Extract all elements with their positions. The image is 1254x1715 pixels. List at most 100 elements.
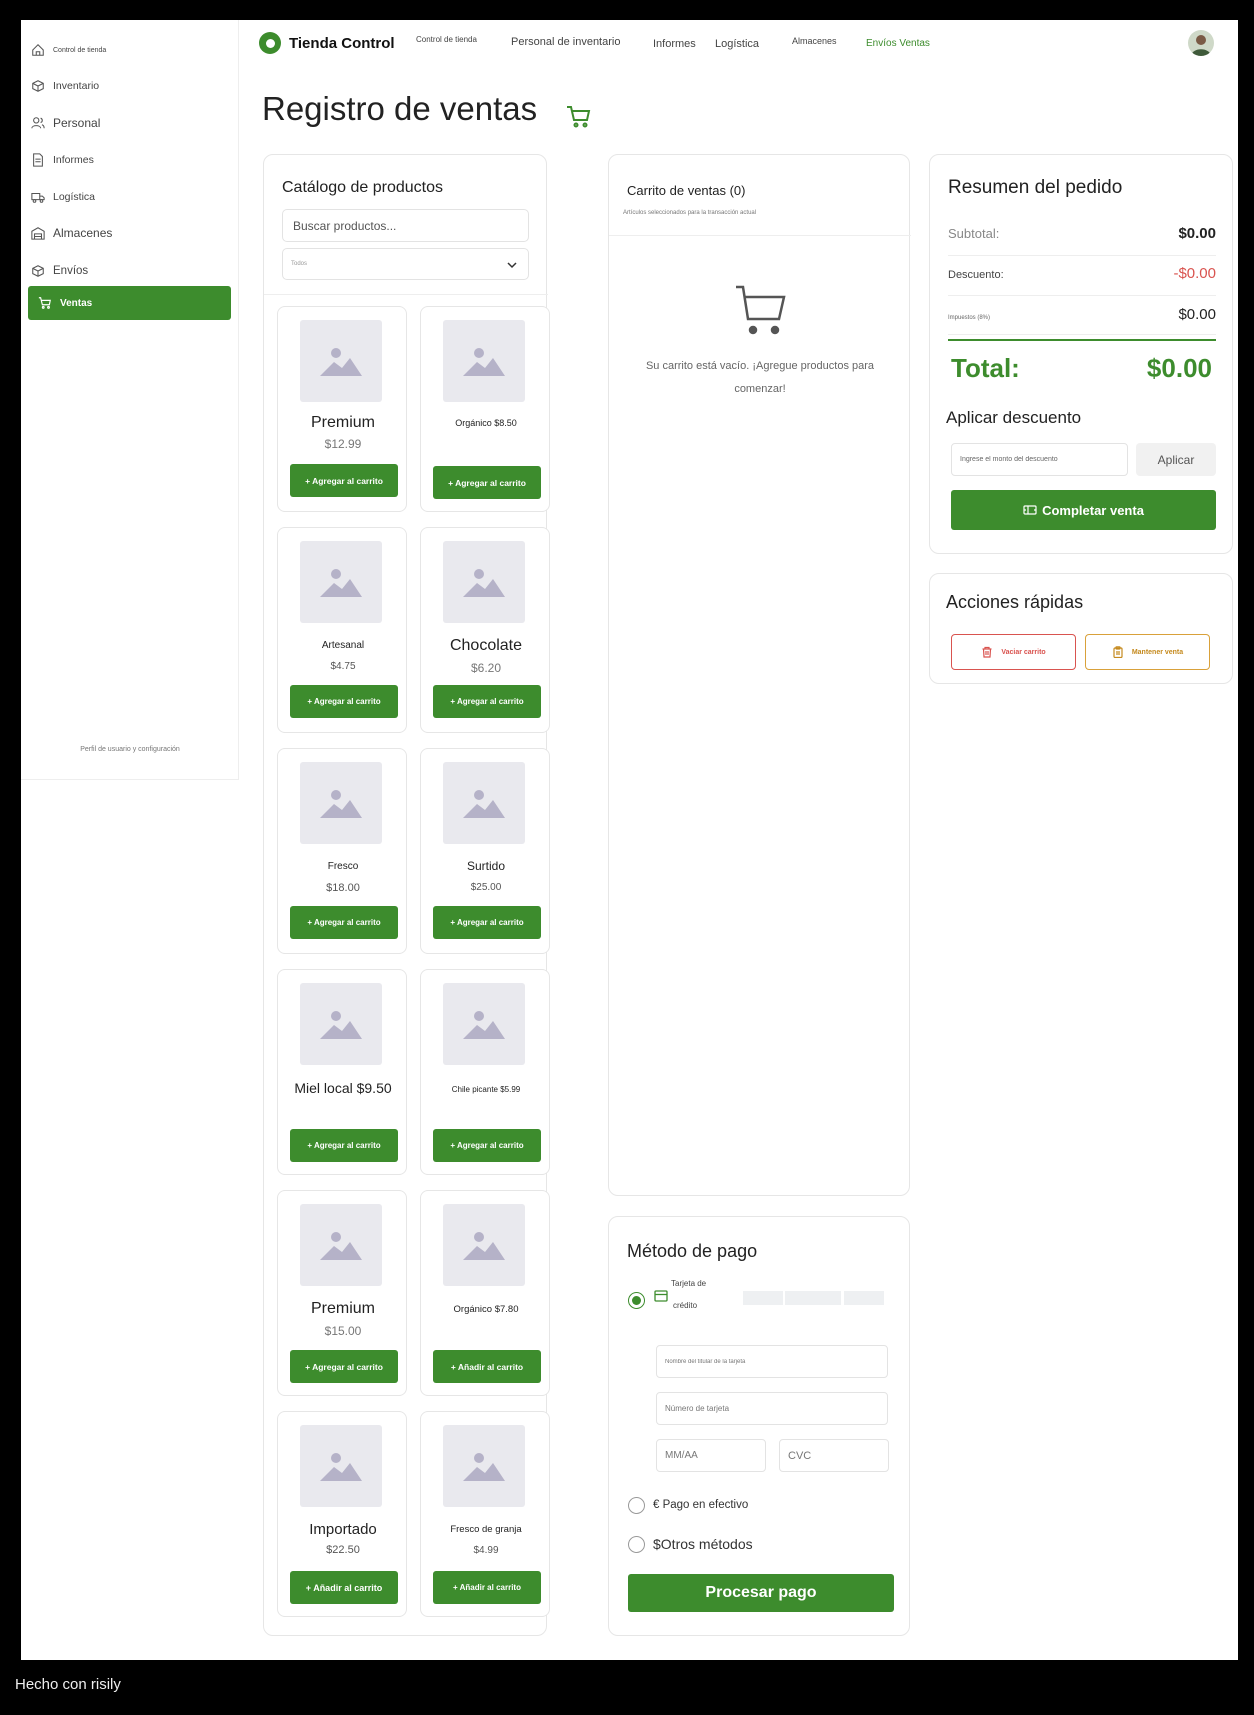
card-brand-logo-icon	[844, 1291, 884, 1305]
image-placeholder-icon	[300, 1204, 382, 1286]
add-to-cart-button[interactable]: + Agregar al carrito	[433, 1129, 541, 1162]
nav-control-de-tienda[interactable]: Control de tienda	[416, 35, 477, 44]
document-icon	[31, 153, 45, 167]
add-to-cart-button[interactable]: + Agregar al carrito	[290, 906, 398, 939]
brand[interactable]: Tienda Control	[259, 32, 395, 54]
add-to-cart-button[interactable]: + Agregar al carrito	[433, 906, 541, 939]
image-placeholder-icon	[300, 983, 382, 1065]
card-brand-logo-icon	[743, 1291, 783, 1305]
box-icon	[31, 79, 45, 93]
subtotal-value: $0.00	[1178, 225, 1216, 242]
sidebar-item-ventas[interactable]: Ventas	[28, 286, 231, 320]
product-name: Chocolate	[449, 637, 523, 654]
clear-cart-button[interactable]: Vaciar carrito	[951, 634, 1076, 670]
add-to-cart-button[interactable]: + Agregar al carrito	[290, 1350, 398, 1383]
image-placeholder-icon	[443, 320, 525, 402]
product-card: Surtido $25.00 + Agregar al carrito	[420, 748, 550, 954]
product-price: $6.20	[470, 661, 502, 675]
quick-actions-title: Acciones rápidas	[946, 592, 1084, 612]
product-price: $4.75	[330, 661, 356, 672]
product-search-input[interactable]	[282, 209, 529, 242]
discount-value: -$0.00	[1173, 265, 1216, 282]
discount-label: Descuento:	[948, 269, 1004, 281]
category-filter-select[interactable]: Todos	[282, 248, 529, 280]
app-window: Control de tienda Inventario Personal In…	[21, 20, 1238, 1660]
credit-card-radio[interactable]	[628, 1292, 645, 1309]
add-to-cart-button[interactable]: + Agregar al carrito	[433, 685, 541, 718]
hold-sale-label: Mantener venta	[1131, 648, 1184, 656]
product-name: Fresco	[327, 861, 359, 872]
tax-label: Impuestos (8%)	[948, 315, 991, 321]
process-payment-button[interactable]: Procesar pago	[628, 1574, 894, 1612]
add-to-cart-button[interactable]: + Agregar al carrito	[290, 464, 398, 497]
users-icon	[31, 116, 45, 130]
image-placeholder-icon	[443, 1425, 525, 1507]
image-placeholder-icon	[300, 320, 382, 402]
sidebar-item-almacenes[interactable]: Almacenes	[31, 222, 112, 244]
add-to-cart-button[interactable]: + Agregar al carrito	[290, 1129, 398, 1162]
add-to-cart-button[interactable]: + Añadir al carrito	[433, 1350, 541, 1383]
nav-logistica[interactable]: Logística	[715, 38, 759, 50]
product-card: Chocolate $6.20 + Agregar al carrito	[420, 527, 550, 733]
cash-payment-radio[interactable]	[628, 1497, 645, 1514]
credit-card-icon	[654, 1290, 668, 1302]
product-catalog: Catálogo de productos Todos Premium $12.…	[263, 154, 550, 1636]
empty-cart-icon	[736, 285, 786, 335]
other-methods-radio[interactable]	[628, 1536, 645, 1553]
cart-icon	[567, 106, 591, 128]
product-name: Fresco de granja	[450, 1524, 522, 1535]
sidebar-item-label: Control de tienda	[53, 46, 107, 54]
card-number-input[interactable]	[656, 1392, 888, 1425]
product-price: $15.00	[324, 1324, 362, 1338]
sidebar-item-envios[interactable]: Envíos	[31, 260, 88, 282]
made-with-footer: Hecho con risily	[0, 1660, 1254, 1715]
avatar[interactable]	[1188, 30, 1214, 56]
image-placeholder-icon	[443, 541, 525, 623]
divider	[264, 294, 548, 295]
sidebar-item-inventario[interactable]: Inventario	[31, 75, 99, 97]
image-placeholder-icon	[300, 762, 382, 844]
apply-discount-button[interactable]: Aplicar	[1136, 443, 1216, 476]
cardholder-name-input[interactable]	[656, 1345, 888, 1378]
product-name: Surtido	[466, 859, 506, 873]
nav-envios-ventas[interactable]: Envíos Ventas	[866, 38, 930, 49]
truck-icon	[31, 190, 45, 204]
product-name: Importado	[309, 1521, 377, 1538]
sidebar-item-informes[interactable]: Informes	[31, 149, 94, 171]
sales-cart: Carrito de ventas (0) Artículos seleccio…	[608, 154, 911, 1196]
discount-row: Descuento: -$0.00	[948, 265, 1216, 282]
card-expiry-input[interactable]	[656, 1439, 766, 1472]
product-name: Orgánico $8.50	[455, 418, 517, 428]
credit-card-label: crédito	[673, 1301, 698, 1310]
sidebar-item-control-de-tienda[interactable]: Control de tienda	[31, 39, 106, 61]
warehouse-icon	[31, 226, 45, 240]
product-price: $22.50	[326, 1544, 360, 1556]
add-to-cart-button[interactable]: + Añadir al carrito	[290, 1571, 398, 1604]
product-name: Chile picante $5.99	[451, 1085, 521, 1094]
nav-informes[interactable]: Informes	[653, 38, 696, 50]
nav-almacenes[interactable]: Almacenes	[792, 36, 837, 46]
nav-personal-de-inventario[interactable]: Personal de inventario	[511, 36, 620, 48]
product-card: Fresco de granja $4.99 + Añadir al carri…	[420, 1411, 550, 1617]
other-methods-label: $Otros métodos	[653, 1536, 753, 1552]
add-to-cart-button[interactable]: + Agregar al carrito	[433, 466, 541, 499]
product-name: Premium	[310, 1300, 375, 1317]
complete-sale-button[interactable]: Completar venta	[951, 490, 1216, 530]
product-price: $12.99	[324, 437, 362, 451]
payment-method: Método de pago Tarjeta de crédito € Pago…	[608, 1216, 910, 1636]
discount-amount-input[interactable]	[951, 443, 1128, 476]
sidebar-item-personal[interactable]: Personal	[31, 112, 100, 134]
divider	[609, 235, 911, 236]
user-profile-settings-link[interactable]: Perfil de usuario y configuración	[21, 746, 239, 753]
product-card: Miel local $9.50 + Agregar al carrito	[277, 969, 407, 1175]
sidebar-item-logistica[interactable]: Logística	[31, 186, 95, 208]
add-to-cart-button[interactable]: + Añadir al carrito	[433, 1571, 541, 1604]
card-cvc-input[interactable]	[779, 1439, 889, 1472]
trash-icon	[981, 646, 993, 658]
brand-name: Tienda Control	[289, 34, 395, 52]
product-card: Orgánico $7.80 + Añadir al carrito	[420, 1190, 550, 1396]
sidebar-item-label: Envíos	[53, 265, 89, 277]
add-to-cart-button[interactable]: + Agregar al carrito	[290, 685, 398, 718]
clear-cart-label: Vaciar carrito	[1001, 648, 1046, 656]
hold-sale-button[interactable]: Mantener venta	[1085, 634, 1210, 670]
